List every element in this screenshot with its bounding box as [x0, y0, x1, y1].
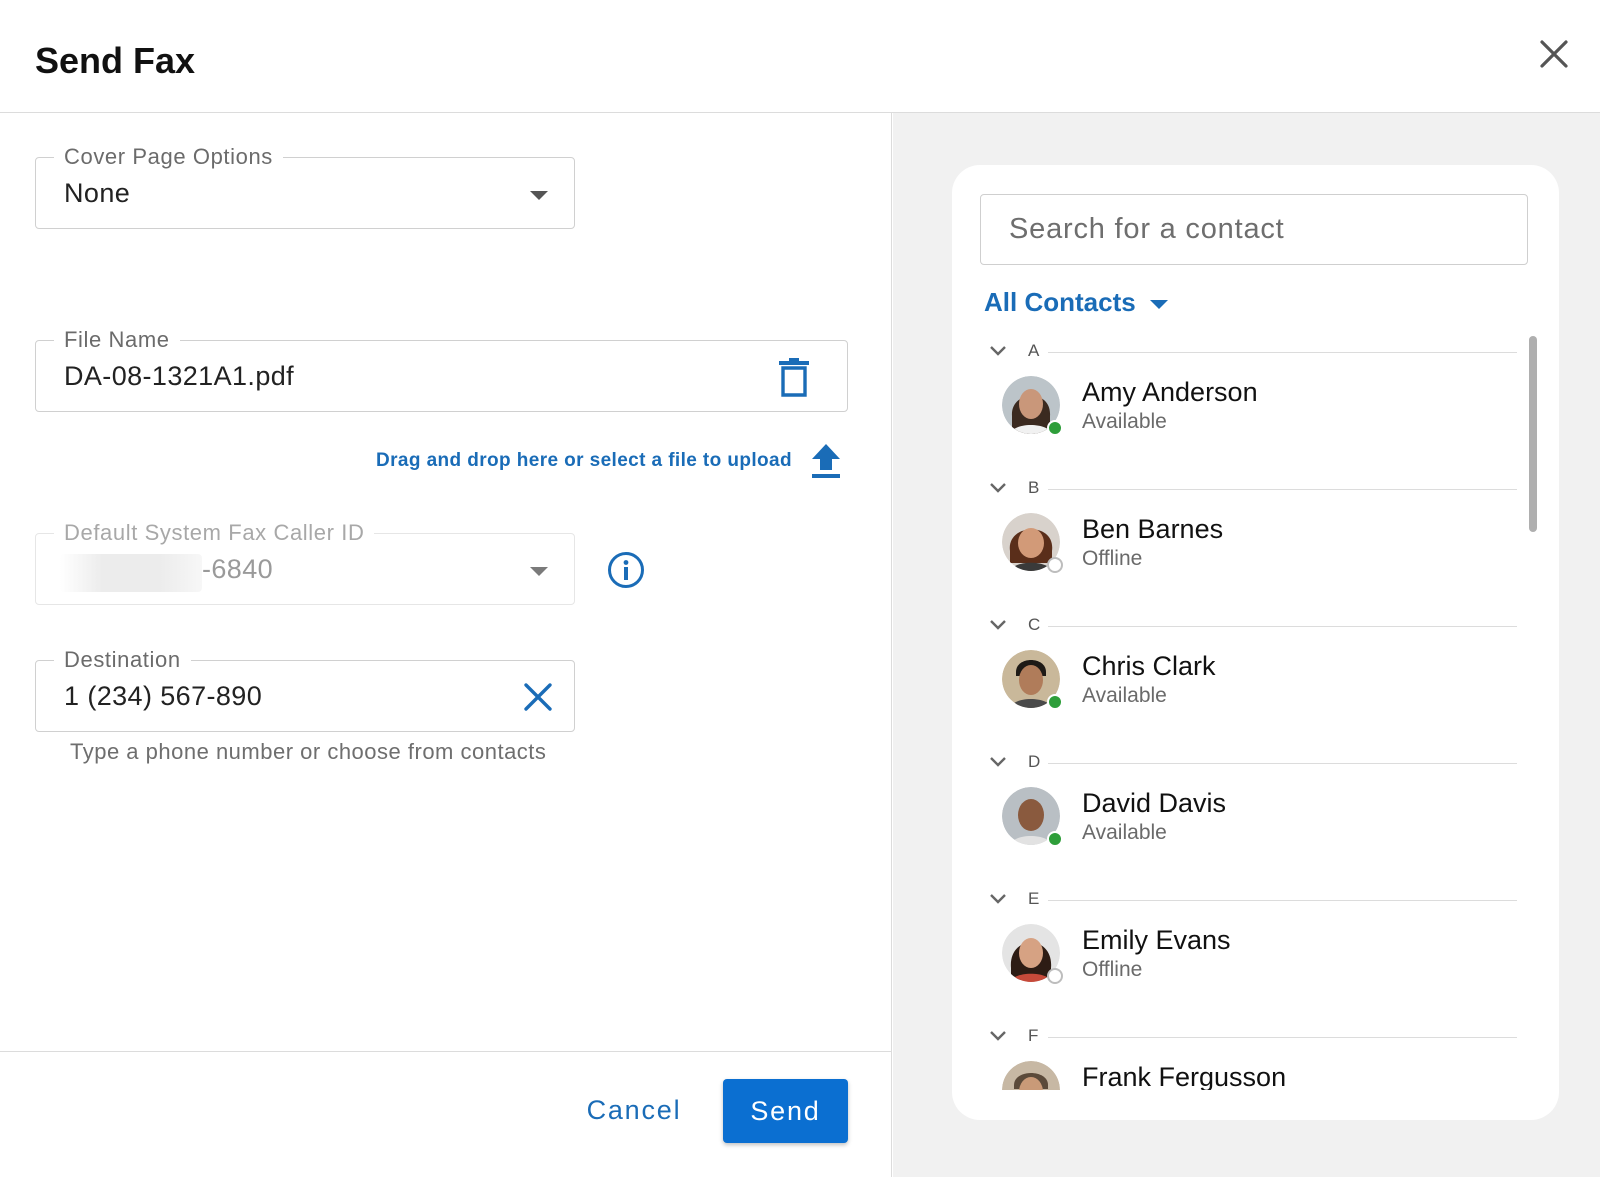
group-letter: F [1028, 1026, 1039, 1045]
contacts-card: All Contacts A [952, 165, 1559, 1120]
cancel-button[interactable]: Cancel [578, 1079, 690, 1141]
contacts-panel: All Contacts A [893, 113, 1600, 1177]
group-divider [1048, 626, 1517, 627]
clear-icon[interactable] [520, 679, 556, 715]
redacted-number [60, 554, 202, 592]
caller-id-select[interactable]: Default System Fax Caller ID -6840 [35, 520, 575, 605]
file-name-field[interactable]: File Name DA-08-1321A1.pdf [35, 327, 848, 412]
scrollbar-thumb[interactable] [1529, 336, 1537, 532]
contact-group-c: C Chris Clark Available [952, 607, 1559, 744]
contact-item[interactable]: Amy Anderson Available [1002, 371, 1502, 451]
avatar [1002, 650, 1063, 710]
group-letter: D [1028, 752, 1041, 771]
contact-name: Emily Evans [1082, 925, 1231, 955]
contact-name: David Davis [1082, 788, 1227, 818]
avatar [1002, 924, 1063, 984]
send-button[interactable]: Send [723, 1079, 848, 1143]
contact-name: Amy Anderson [1082, 377, 1258, 407]
contact-group-f: F Frank Fergusson [952, 1018, 1559, 1090]
upload-icon[interactable] [809, 442, 843, 480]
avatar [1002, 376, 1063, 436]
contacts-filter-dropdown[interactable]: All Contacts [984, 287, 1168, 318]
contact-name: Frank Fergusson [1082, 1062, 1287, 1090]
status-dot [1047, 694, 1063, 710]
contact-name: Ben Barnes [1082, 514, 1224, 544]
contact-list[interactable]: A Amy Anderson Available B Ben Barnes Of… [952, 333, 1559, 1090]
contact-group-d: D David Davis Available [952, 744, 1559, 881]
chevron-down-icon [990, 483, 1006, 493]
chevron-down-icon [990, 346, 1006, 356]
group-letter: A [1028, 341, 1040, 360]
dialog-title: Send Fax [35, 40, 196, 81]
contact-status: Available [1082, 684, 1167, 707]
destination-field[interactable]: Destination 1 (234) 567-890 [35, 647, 575, 732]
contact-status: Available [1082, 821, 1167, 844]
status-dot [1047, 831, 1063, 847]
contact-group-e: E Emily Evans Offline [952, 881, 1559, 1018]
group-divider [1048, 1037, 1517, 1038]
chevron-down-icon [990, 1031, 1006, 1041]
caret-down-icon [1149, 299, 1168, 309]
contact-item[interactable]: Frank Fergusson [1002, 1056, 1502, 1090]
destination-helper-text: Type a phone number or choose from conta… [70, 739, 547, 764]
avatar [1002, 787, 1063, 847]
group-divider [1048, 900, 1517, 901]
status-dot [1047, 968, 1063, 984]
destination-label: Destination [54, 647, 191, 673]
file-name-value: DA-08-1321A1.pdf [64, 361, 295, 391]
contact-search-input[interactable] [980, 194, 1528, 265]
contact-group-b: B Ben Barnes Offline [952, 470, 1559, 607]
chevron-down-icon [530, 567, 548, 576]
contact-status: Offline [1082, 547, 1143, 570]
contact-item[interactable]: David Davis Available [1002, 782, 1502, 862]
group-header[interactable]: B [988, 478, 1517, 502]
status-dot [1047, 557, 1063, 573]
group-divider [1048, 352, 1517, 353]
contact-item[interactable]: Ben Barnes Offline [1002, 508, 1502, 588]
cover-page-value: None [64, 178, 131, 208]
group-letter: B [1028, 478, 1040, 497]
trash-icon[interactable] [776, 358, 812, 398]
contacts-filter-label: All Contacts [984, 287, 1136, 317]
group-header[interactable]: C [988, 615, 1517, 639]
status-dot [1047, 420, 1063, 436]
contact-name: Chris Clark [1082, 651, 1216, 681]
chevron-down-icon [990, 757, 1006, 767]
group-letter: E [1028, 889, 1040, 908]
chevron-down-icon [990, 620, 1006, 630]
group-divider [1048, 489, 1517, 490]
cover-page-label: Cover Page Options [54, 144, 283, 170]
contact-group-a: A Amy Anderson Available [952, 333, 1559, 470]
contact-item[interactable]: Chris Clark Available [1002, 645, 1502, 725]
avatar [1002, 513, 1063, 573]
group-header[interactable]: E [988, 889, 1517, 913]
caller-id-value: -6840 [202, 554, 274, 584]
contact-status: Available [1082, 410, 1167, 433]
group-header[interactable]: D [988, 752, 1517, 776]
footer-divider [0, 1051, 892, 1052]
upload-link[interactable]: Drag and drop here or select a file to u… [376, 450, 792, 472]
caller-id-label: Default System Fax Caller ID [54, 520, 375, 546]
chevron-down-icon [990, 894, 1006, 904]
file-name-label: File Name [54, 327, 180, 353]
fax-form-panel: Cover Page Options None File Name DA-08-… [0, 113, 892, 1177]
chevron-down-icon [530, 191, 548, 200]
dialog-header: Send Fax [0, 0, 1600, 113]
group-header[interactable]: F [988, 1026, 1517, 1050]
cover-page-select[interactable]: Cover Page Options None [35, 144, 575, 229]
group-header[interactable]: A [988, 341, 1517, 365]
info-icon[interactable] [607, 551, 645, 589]
group-letter: C [1028, 615, 1041, 634]
contact-item[interactable]: Emily Evans Offline [1002, 919, 1502, 999]
group-divider [1048, 763, 1517, 764]
contact-status: Offline [1082, 958, 1143, 981]
destination-value: 1 (234) 567-890 [64, 681, 263, 711]
close-icon[interactable] [1534, 34, 1574, 74]
avatar [1002, 1061, 1060, 1090]
